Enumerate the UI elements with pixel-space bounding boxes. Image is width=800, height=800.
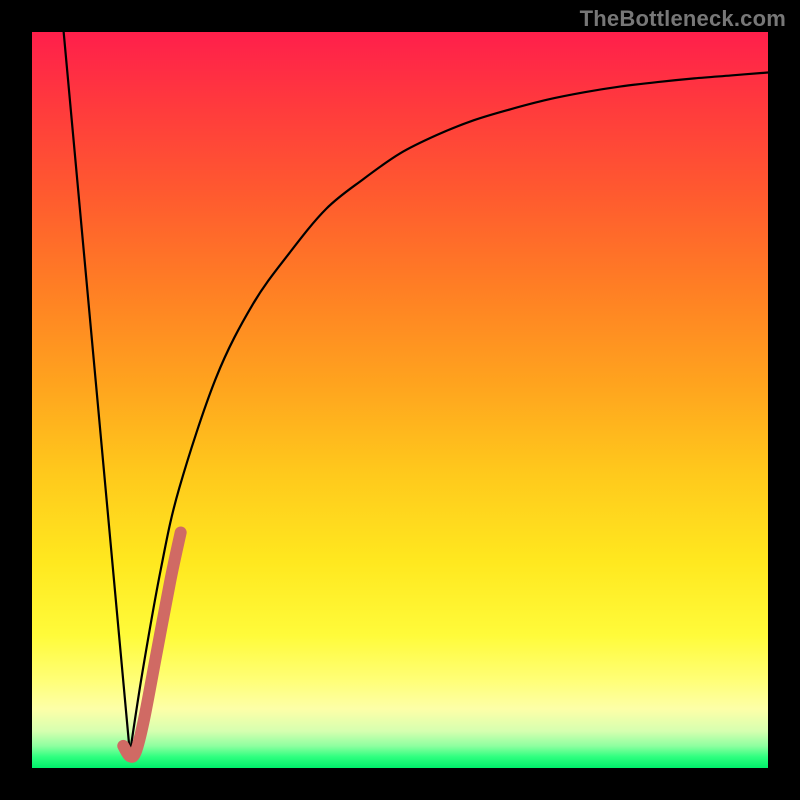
series-rising-curve [130, 72, 768, 753]
plot-area [32, 32, 768, 768]
curves-layer [32, 32, 768, 768]
series-left-falling-line [64, 32, 130, 753]
series-highlight-j [123, 532, 180, 756]
chart-frame: TheBottleneck.com [0, 0, 800, 800]
watermark-text: TheBottleneck.com [580, 6, 786, 32]
